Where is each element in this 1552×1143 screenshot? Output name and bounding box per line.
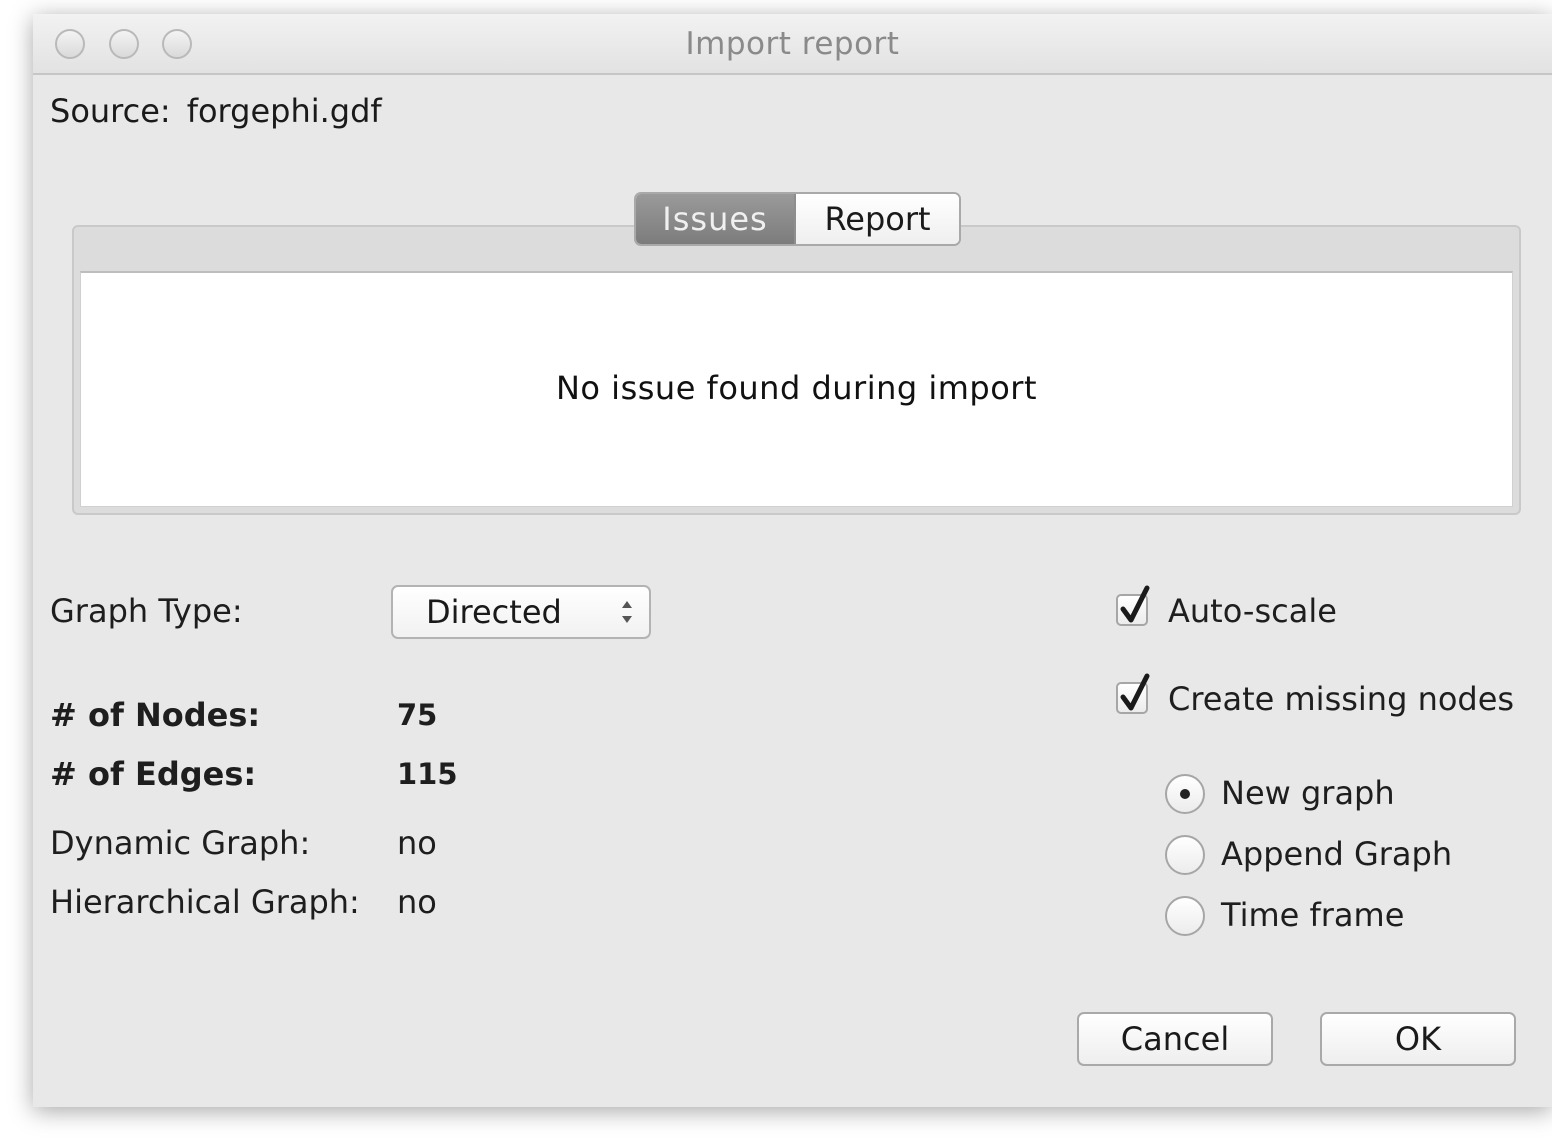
edges-label: # of Edges: [50,755,257,793]
dynamic-graph-value: no [397,824,437,862]
radio-time-frame[interactable] [1165,896,1205,936]
tab-issues[interactable]: Issues [636,194,796,244]
new-graph-label: New graph [1221,774,1395,812]
radio-selected-dot [1180,789,1190,799]
issues-content: No issue found during import [80,271,1513,507]
source-row: Source: forgephi.gdf [50,92,382,130]
hierarchical-graph-value: no [397,883,437,921]
auto-scale-label: Auto-scale [1168,592,1337,630]
select-arrows-icon [622,601,632,623]
checkmark-icon [1120,673,1150,711]
graph-type-value: Directed [426,593,562,631]
checkmark-icon [1120,585,1150,623]
radio-new-graph[interactable] [1165,774,1205,814]
nodes-label: # of Nodes: [50,696,261,734]
cancel-button[interactable]: Cancel [1077,1012,1273,1066]
create-missing-nodes-checkbox[interactable] [1116,673,1150,714]
ok-button[interactable]: OK [1320,1012,1516,1066]
graph-type-label: Graph Type: [50,592,243,630]
tab-bar: Issues Report [634,192,961,246]
import-report-dialog: Import report Source: forgephi.gdf No iss… [33,14,1552,1107]
auto-scale-checkbox[interactable] [1116,585,1150,626]
graph-type-select[interactable]: Directed [391,585,651,639]
hierarchical-graph-label: Hierarchical Graph: [50,883,360,921]
create-missing-nodes-label: Create missing nodes [1168,680,1515,718]
dynamic-graph-label: Dynamic Graph: [50,824,311,862]
nodes-value: 75 [397,698,438,732]
title-bar: Import report [33,14,1552,75]
tab-report[interactable]: Report [796,194,959,244]
source-label: Source: [50,92,171,130]
time-frame-label: Time frame [1221,896,1405,934]
source-filename: forgephi.gdf [186,92,382,130]
no-issue-message: No issue found during import [555,369,1037,407]
radio-append-graph[interactable] [1165,835,1205,875]
append-graph-label: Append Graph [1221,835,1453,873]
edges-value: 115 [397,757,458,791]
window-title: Import report [685,26,900,62]
tab-panel: No issue found during import [72,225,1521,515]
